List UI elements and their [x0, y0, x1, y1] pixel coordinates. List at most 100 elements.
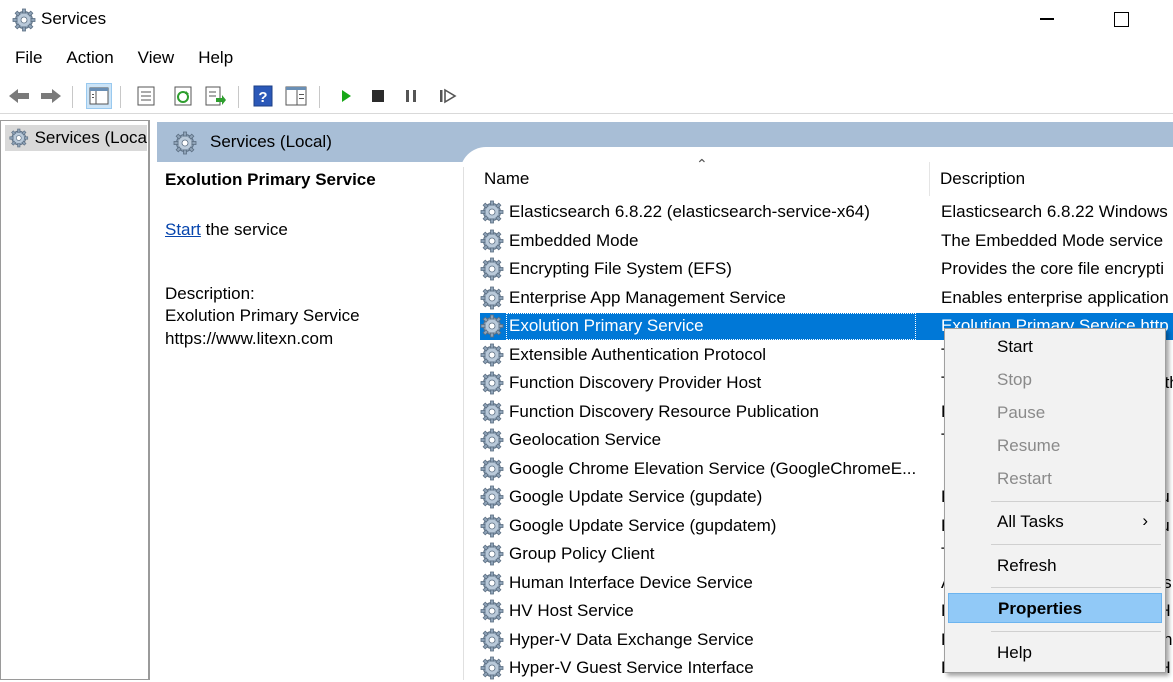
- services-gear-icon: [9, 128, 29, 148]
- start-service-link[interactable]: Start: [165, 220, 201, 239]
- context-menu-refresh[interactable]: Refresh: [948, 551, 1162, 581]
- context-menu-separator: [991, 501, 1161, 502]
- context-menu-separator: [991, 544, 1161, 545]
- description-label: Description:: [165, 284, 255, 303]
- toolbar-divider: [0, 113, 1173, 114]
- start-service-suffix: the service: [200, 220, 288, 239]
- context-menu-restart: Restart: [997, 469, 1052, 488]
- service-details: Exolution Primary Service Start the serv…: [165, 170, 455, 350]
- start-service-line: Start the service: [165, 220, 455, 240]
- service-gear-icon: [480, 656, 504, 680]
- service-gear-icon: [480, 571, 504, 594]
- service-description-cell: Provides the core file encrypti: [941, 259, 1164, 278]
- service-name-cell: Function Discovery Resource Publication: [509, 401, 819, 421]
- menu-file[interactable]: File: [15, 44, 42, 74]
- submenu-arrow-icon: ›: [1142, 511, 1148, 530]
- description-text-line1: Exolution Primary Service: [165, 306, 360, 325]
- forward-icon[interactable]: [38, 83, 64, 109]
- pane-header-title: Services (Local): [210, 132, 332, 151]
- context-menu-help[interactable]: Help: [948, 638, 1162, 668]
- title-bar: Services: [0, 0, 1173, 40]
- table-row[interactable]: Elasticsearch 6.8.22 (elasticsearch-serv…: [480, 199, 1173, 226]
- service-gear-icon: [480, 428, 504, 452]
- service-name-cell: Hyper-V Guest Service Interface: [509, 658, 754, 677]
- maximize-button[interactable]: [1114, 12, 1129, 27]
- service-gear-icon: [480, 542, 504, 566]
- context-menu-separator: [991, 631, 1161, 632]
- tree-item-label: Services (Loca: [34, 128, 147, 147]
- pane-splitter[interactable]: [463, 167, 464, 680]
- menu-bar: File Action View Help: [0, 44, 242, 74]
- context-menu-stop: Stop: [997, 370, 1032, 389]
- context-menu-pause: Pause: [997, 403, 1046, 422]
- context-menu-all-tasks[interactable]: All Tasks ›: [948, 507, 1162, 537]
- back-icon[interactable]: [6, 83, 32, 109]
- service-name-cell: Human Interface Device Service: [509, 572, 753, 592]
- service-gear-icon: [480, 371, 504, 395]
- menu-view[interactable]: View: [138, 44, 175, 74]
- context-menu: Start Stop Pause Resume Restart All Task…: [944, 328, 1166, 673]
- service-gear-icon: [480, 628, 504, 651]
- service-gear-icon: [480, 200, 504, 224]
- service-gear-icon: [480, 229, 504, 252]
- show-hide-console-tree-icon[interactable]: [86, 83, 112, 109]
- service-name-cell: Encrypting File System (EFS): [509, 259, 732, 278]
- list-area-background: [460, 147, 1173, 177]
- service-gear-icon: [480, 286, 504, 309]
- context-menu-separator: [991, 587, 1161, 588]
- services-gear-icon: [12, 8, 36, 32]
- service-gear-icon: [480, 343, 504, 366]
- service-name-cell: Hyper-V Data Exchange Service: [509, 629, 754, 649]
- stop-service-icon[interactable]: [365, 83, 391, 109]
- service-gear-icon: [480, 599, 504, 623]
- menu-action[interactable]: Action: [66, 44, 113, 74]
- pause-service-icon[interactable]: [398, 83, 424, 109]
- tree-item-services-local[interactable]: Services (Loca: [5, 125, 147, 151]
- start-service-icon[interactable]: [333, 83, 359, 109]
- service-description-cell: Elasticsearch 6.8.22 Windows: [941, 202, 1168, 221]
- column-divider[interactable]: [929, 162, 930, 196]
- toolbar: ?: [0, 80, 1173, 112]
- context-menu-properties[interactable]: Properties: [948, 593, 1162, 623]
- service-gear-icon: [480, 514, 504, 537]
- window-title: Services: [41, 9, 107, 28]
- service-name-cell: Function Discovery Provider Host: [509, 373, 762, 392]
- service-gear-icon: [480, 257, 504, 281]
- service-description-cell: The Embedded Mode service: [941, 230, 1164, 250]
- service-name-cell: Enterprise App Management Service: [509, 287, 786, 307]
- properties-view-icon[interactable]: [283, 83, 309, 109]
- context-menu-start[interactable]: Start: [948, 332, 1162, 362]
- sort-ascending-icon: ⌃: [696, 156, 708, 172]
- service-name-cell: Exolution Primary Service: [509, 316, 704, 335]
- help-icon[interactable]: ?: [250, 83, 276, 109]
- service-name-cell: HV Host Service: [509, 601, 634, 620]
- menu-help[interactable]: Help: [198, 44, 233, 74]
- export-list-icon[interactable]: [202, 83, 228, 109]
- service-name-cell: Geolocation Service: [509, 430, 662, 449]
- service-gear-icon: [480, 457, 504, 480]
- service-name-cell: Google Update Service (gupdatem): [509, 515, 777, 535]
- service-name-cell: Embedded Mode: [509, 230, 639, 250]
- service-name-cell: Google Chrome Elevation Service (GoogleC…: [509, 458, 917, 478]
- service-gear-icon: [480, 400, 504, 423]
- table-row[interactable]: Enterprise App Management Service Enables…: [480, 285, 1173, 312]
- service-description-cell: Enables enterprise application: [941, 287, 1169, 307]
- service-gear-icon: [480, 485, 504, 509]
- list-view-icon[interactable]: [133, 83, 159, 109]
- description-text-line2: https://www.litexn.com: [165, 329, 334, 348]
- service-name-cell: Google Update Service (gupdate): [509, 487, 763, 506]
- service-name-cell: Group Policy Client: [509, 544, 655, 563]
- column-header-name[interactable]: Name: [484, 169, 529, 189]
- service-gear-icon: [480, 314, 504, 338]
- column-header-description[interactable]: Description: [940, 169, 1025, 189]
- context-menu-resume: Resume: [997, 436, 1061, 455]
- service-name-cell: Extensible Authentication Protocol: [509, 344, 767, 364]
- table-row[interactable]: Embedded Mode The Embedded Mode service: [480, 228, 1173, 255]
- refresh-icon[interactable]: [170, 83, 196, 109]
- svg-text:?: ?: [258, 89, 267, 106]
- service-name-cell: Elasticsearch 6.8.22 (elasticsearch-serv…: [509, 202, 870, 221]
- table-row[interactable]: Encrypting File System (EFS) Provides the…: [480, 256, 1173, 283]
- selected-service-name: Exolution Primary Service: [165, 170, 376, 189]
- restart-service-icon[interactable]: [435, 83, 461, 109]
- minimize-button[interactable]: [1040, 18, 1054, 20]
